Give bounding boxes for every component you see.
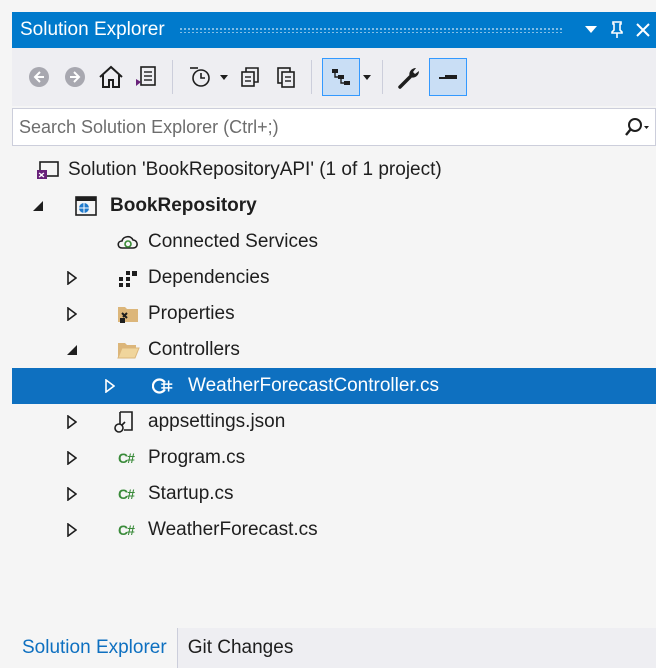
hierarchy-icon	[332, 69, 350, 85]
toolbar	[12, 48, 656, 106]
properties-button[interactable]	[393, 57, 427, 97]
tree-item-solution[interactable]: Solution 'BookRepositoryAPI' (1 of 1 pro…	[12, 152, 656, 188]
clock-filter-icon	[190, 67, 210, 87]
weatherforecast-label: WeatherForecast.cs	[148, 519, 318, 540]
preview-icon	[439, 75, 457, 79]
tree-item-properties[interactable]: Properties	[12, 296, 656, 332]
title-bar: Solution Explorer	[12, 12, 656, 48]
project-label: BookRepository	[110, 195, 257, 216]
csharp-icon: C#	[118, 486, 135, 502]
close-icon	[636, 23, 650, 37]
appsettings-label: appsettings.json	[148, 411, 286, 432]
properties-folder-icon	[116, 302, 140, 326]
weatherforecastcontroller-label: WeatherForecastController.cs	[188, 375, 439, 396]
chevron-down-icon	[363, 74, 371, 80]
tree-item-controllers[interactable]: Controllers	[12, 332, 656, 368]
csharp-icon: C#	[118, 522, 135, 538]
collapsed-arrow-icon[interactable]	[64, 486, 80, 502]
back-button[interactable]	[22, 57, 56, 97]
bottom-tab-strip: Solution Explorer Git Changes	[12, 628, 656, 668]
collapsed-arrow-icon[interactable]	[64, 522, 80, 538]
back-icon	[29, 67, 49, 87]
refresh-button[interactable]	[269, 57, 303, 97]
controllers-label: Controllers	[148, 339, 240, 360]
collapse-all-button[interactable]	[322, 58, 360, 96]
home-button[interactable]	[94, 57, 128, 97]
collapsed-arrow-icon[interactable]	[102, 378, 118, 394]
tree-item-startup[interactable]: C# Startup.cs	[12, 476, 656, 512]
toolbar-separator	[172, 60, 173, 94]
search-box	[12, 108, 656, 146]
close-button[interactable]	[630, 12, 656, 48]
properties-label: Properties	[148, 303, 235, 324]
dependencies-icon	[116, 266, 140, 290]
expanded-arrow-icon[interactable]	[30, 198, 46, 214]
tree-item-program[interactable]: C# Program.cs	[12, 440, 656, 476]
tab-git-changes[interactable]: Git Changes	[178, 628, 304, 668]
collapsed-arrow-icon[interactable]	[64, 450, 80, 466]
connected-services-icon	[116, 230, 140, 254]
dependencies-label: Dependencies	[148, 267, 270, 288]
sync-with-active-document-button[interactable]	[233, 57, 267, 97]
solution-explorer-window: Solution Explorer Search Solution Explor…	[0, 0, 656, 668]
web-project-icon	[74, 194, 98, 218]
home-icon	[99, 65, 123, 88]
tree-item-dependencies[interactable]: Dependencies	[12, 260, 656, 296]
triangle-down-icon	[585, 26, 597, 33]
tree-item-weatherforecast[interactable]: C# WeatherForecast.cs	[12, 512, 656, 548]
wrench-icon	[398, 68, 419, 89]
search-button[interactable]	[619, 109, 655, 145]
pending-changes-filter-button[interactable]	[183, 57, 217, 97]
sync-icon	[241, 67, 259, 87]
drag-grip[interactable]	[178, 27, 564, 33]
search-input[interactable]	[13, 115, 619, 139]
pin-icon	[611, 21, 623, 38]
open-folder-icon	[116, 338, 140, 362]
tab-label: Solution Explorer	[22, 637, 167, 658]
tree-item-appsettings[interactable]: appsettings.json	[12, 404, 656, 440]
solution-tree: Solution 'BookRepositoryAPI' (1 of 1 pro…	[12, 148, 656, 624]
startup-label: Startup.cs	[148, 483, 234, 504]
switch-views-icon	[136, 66, 156, 86]
toolbar-separator	[382, 60, 383, 94]
collapsed-arrow-icon[interactable]	[64, 270, 80, 286]
refresh-icon	[277, 67, 295, 88]
solution-label: Solution 'BookRepositoryAPI' (1 of 1 pro…	[68, 159, 442, 180]
tree-item-project[interactable]: BookRepository	[12, 188, 656, 224]
window-position-menu-button[interactable]	[578, 12, 604, 48]
solution-icon	[36, 158, 60, 182]
csharp-icon: C#	[118, 450, 135, 466]
forward-button[interactable]	[58, 57, 92, 97]
auto-hide-button[interactable]	[604, 12, 630, 48]
expanded-arrow-icon[interactable]	[64, 342, 80, 358]
collapsed-arrow-icon[interactable]	[64, 414, 80, 430]
toolbar-separator	[311, 60, 312, 94]
pending-changes-dropdown[interactable]	[217, 57, 231, 97]
preview-selected-items-button[interactable]	[429, 58, 467, 96]
tab-label: Git Changes	[187, 637, 294, 658]
chevron-down-icon	[220, 74, 228, 80]
forward-icon	[65, 67, 85, 87]
tree-item-connected-services[interactable]: Connected Services	[12, 224, 656, 260]
collapsed-arrow-icon[interactable]	[64, 306, 80, 322]
connected-services-label: Connected Services	[148, 231, 319, 252]
tab-solution-explorer[interactable]: Solution Explorer	[12, 628, 177, 668]
program-label: Program.cs	[148, 447, 246, 468]
panel-title: Solution Explorer	[20, 19, 165, 40]
switch-views-button[interactable]	[130, 57, 164, 97]
view-options-dropdown[interactable]	[360, 57, 374, 97]
search-icon	[625, 118, 649, 136]
tree-item-weatherforecastcontroller[interactable]: WeatherForecastController.cs	[12, 368, 656, 404]
json-file-icon	[112, 410, 136, 434]
csharp-file-icon	[152, 374, 176, 398]
